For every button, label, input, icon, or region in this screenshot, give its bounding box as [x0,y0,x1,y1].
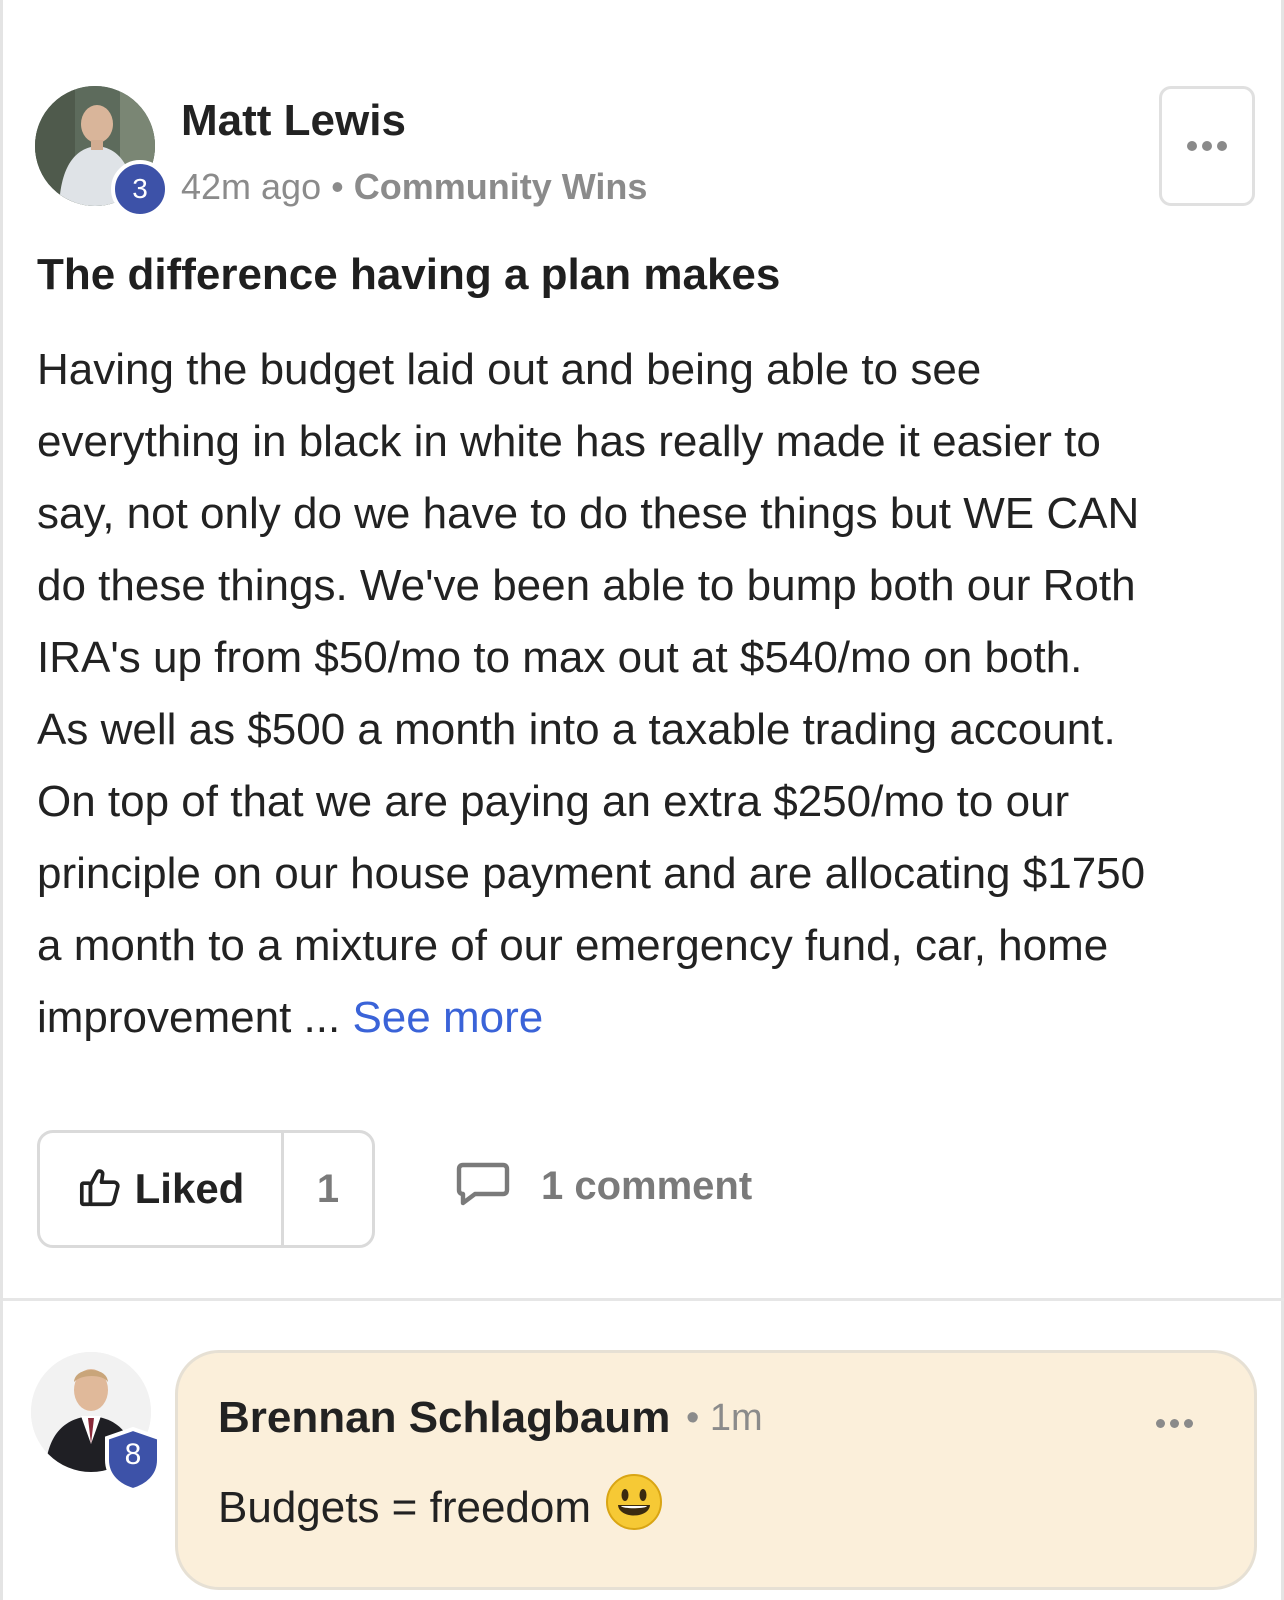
like-button[interactable]: Liked [40,1133,284,1245]
comment-text: Budgets = freedom [218,1473,663,1542]
comment-time-group: • 1m [686,1397,763,1440]
like-count[interactable]: 1 [284,1133,372,1245]
post-body-last-line: improvement ... See more [37,982,1257,1054]
post-body-line: Having the budget laid out and being abl… [37,345,982,394]
commenter-name[interactable]: Brennan Schlagbaum [218,1393,670,1443]
see-more-link[interactable]: See more [352,993,543,1042]
comment-time: 1m [709,1397,763,1439]
like-label: Liked [134,1165,245,1212]
post-title[interactable]: The difference having a plan makes [37,250,780,300]
ellipsis-icon [1156,1419,1193,1428]
commenter-level: 8 [124,1438,142,1471]
post-body-truncated: improvement ... [37,993,353,1042]
comment-separator: • [686,1397,700,1439]
post-body-line: IRA's up from $50/mo to max out at $540/… [37,633,1083,682]
commenter-level-badge: 8 [103,1426,163,1493]
post-body-line: On top of that we are paying an extra $2… [37,777,1070,826]
meta-separator: • [331,166,344,207]
thumbs-up-icon [77,1164,123,1215]
post-options-button[interactable] [1159,86,1255,206]
post-time: 42m ago [181,166,322,207]
comment-options-button[interactable] [1156,1419,1193,1428]
comment-bubble: Brennan Schlagbaum • 1m Budgets = freedo… [175,1350,1257,1590]
smiley-emoji-icon [605,1473,663,1542]
author-level-badge: 3 [111,160,169,218]
post-body-line: say, not only do we have to do these thi… [37,489,1140,538]
comments-button[interactable]: 1 comment [455,1160,752,1213]
post-body-line: do these things. We've been able to bump… [37,561,1136,610]
speech-bubble-icon [455,1160,511,1213]
like-control: Liked 1 [37,1130,375,1248]
post-body-line: everything in black in white has really … [37,417,1101,466]
author-name[interactable]: Matt Lewis [181,96,406,146]
post-body-line: As well as $500 a month into a taxable t… [37,705,1116,754]
post-card: 3 Matt Lewis 42m ago • Community Wins The … [0,0,1284,1600]
post-body-line: a month to a mixture of our emergency fu… [37,921,1109,970]
section-divider [3,1298,1284,1301]
post-category[interactable]: Community Wins [354,166,648,207]
post-meta: 42m ago • Community Wins [181,166,647,208]
post-body-line: principle on our house payment and are a… [37,849,1146,898]
post-body[interactable]: Having the budget laid out and being abl… [37,334,1257,1054]
ellipsis-icon [1187,141,1227,151]
comment-count: 1 comment [541,1164,753,1208]
comment-body: Budgets = freedom [218,1482,592,1532]
